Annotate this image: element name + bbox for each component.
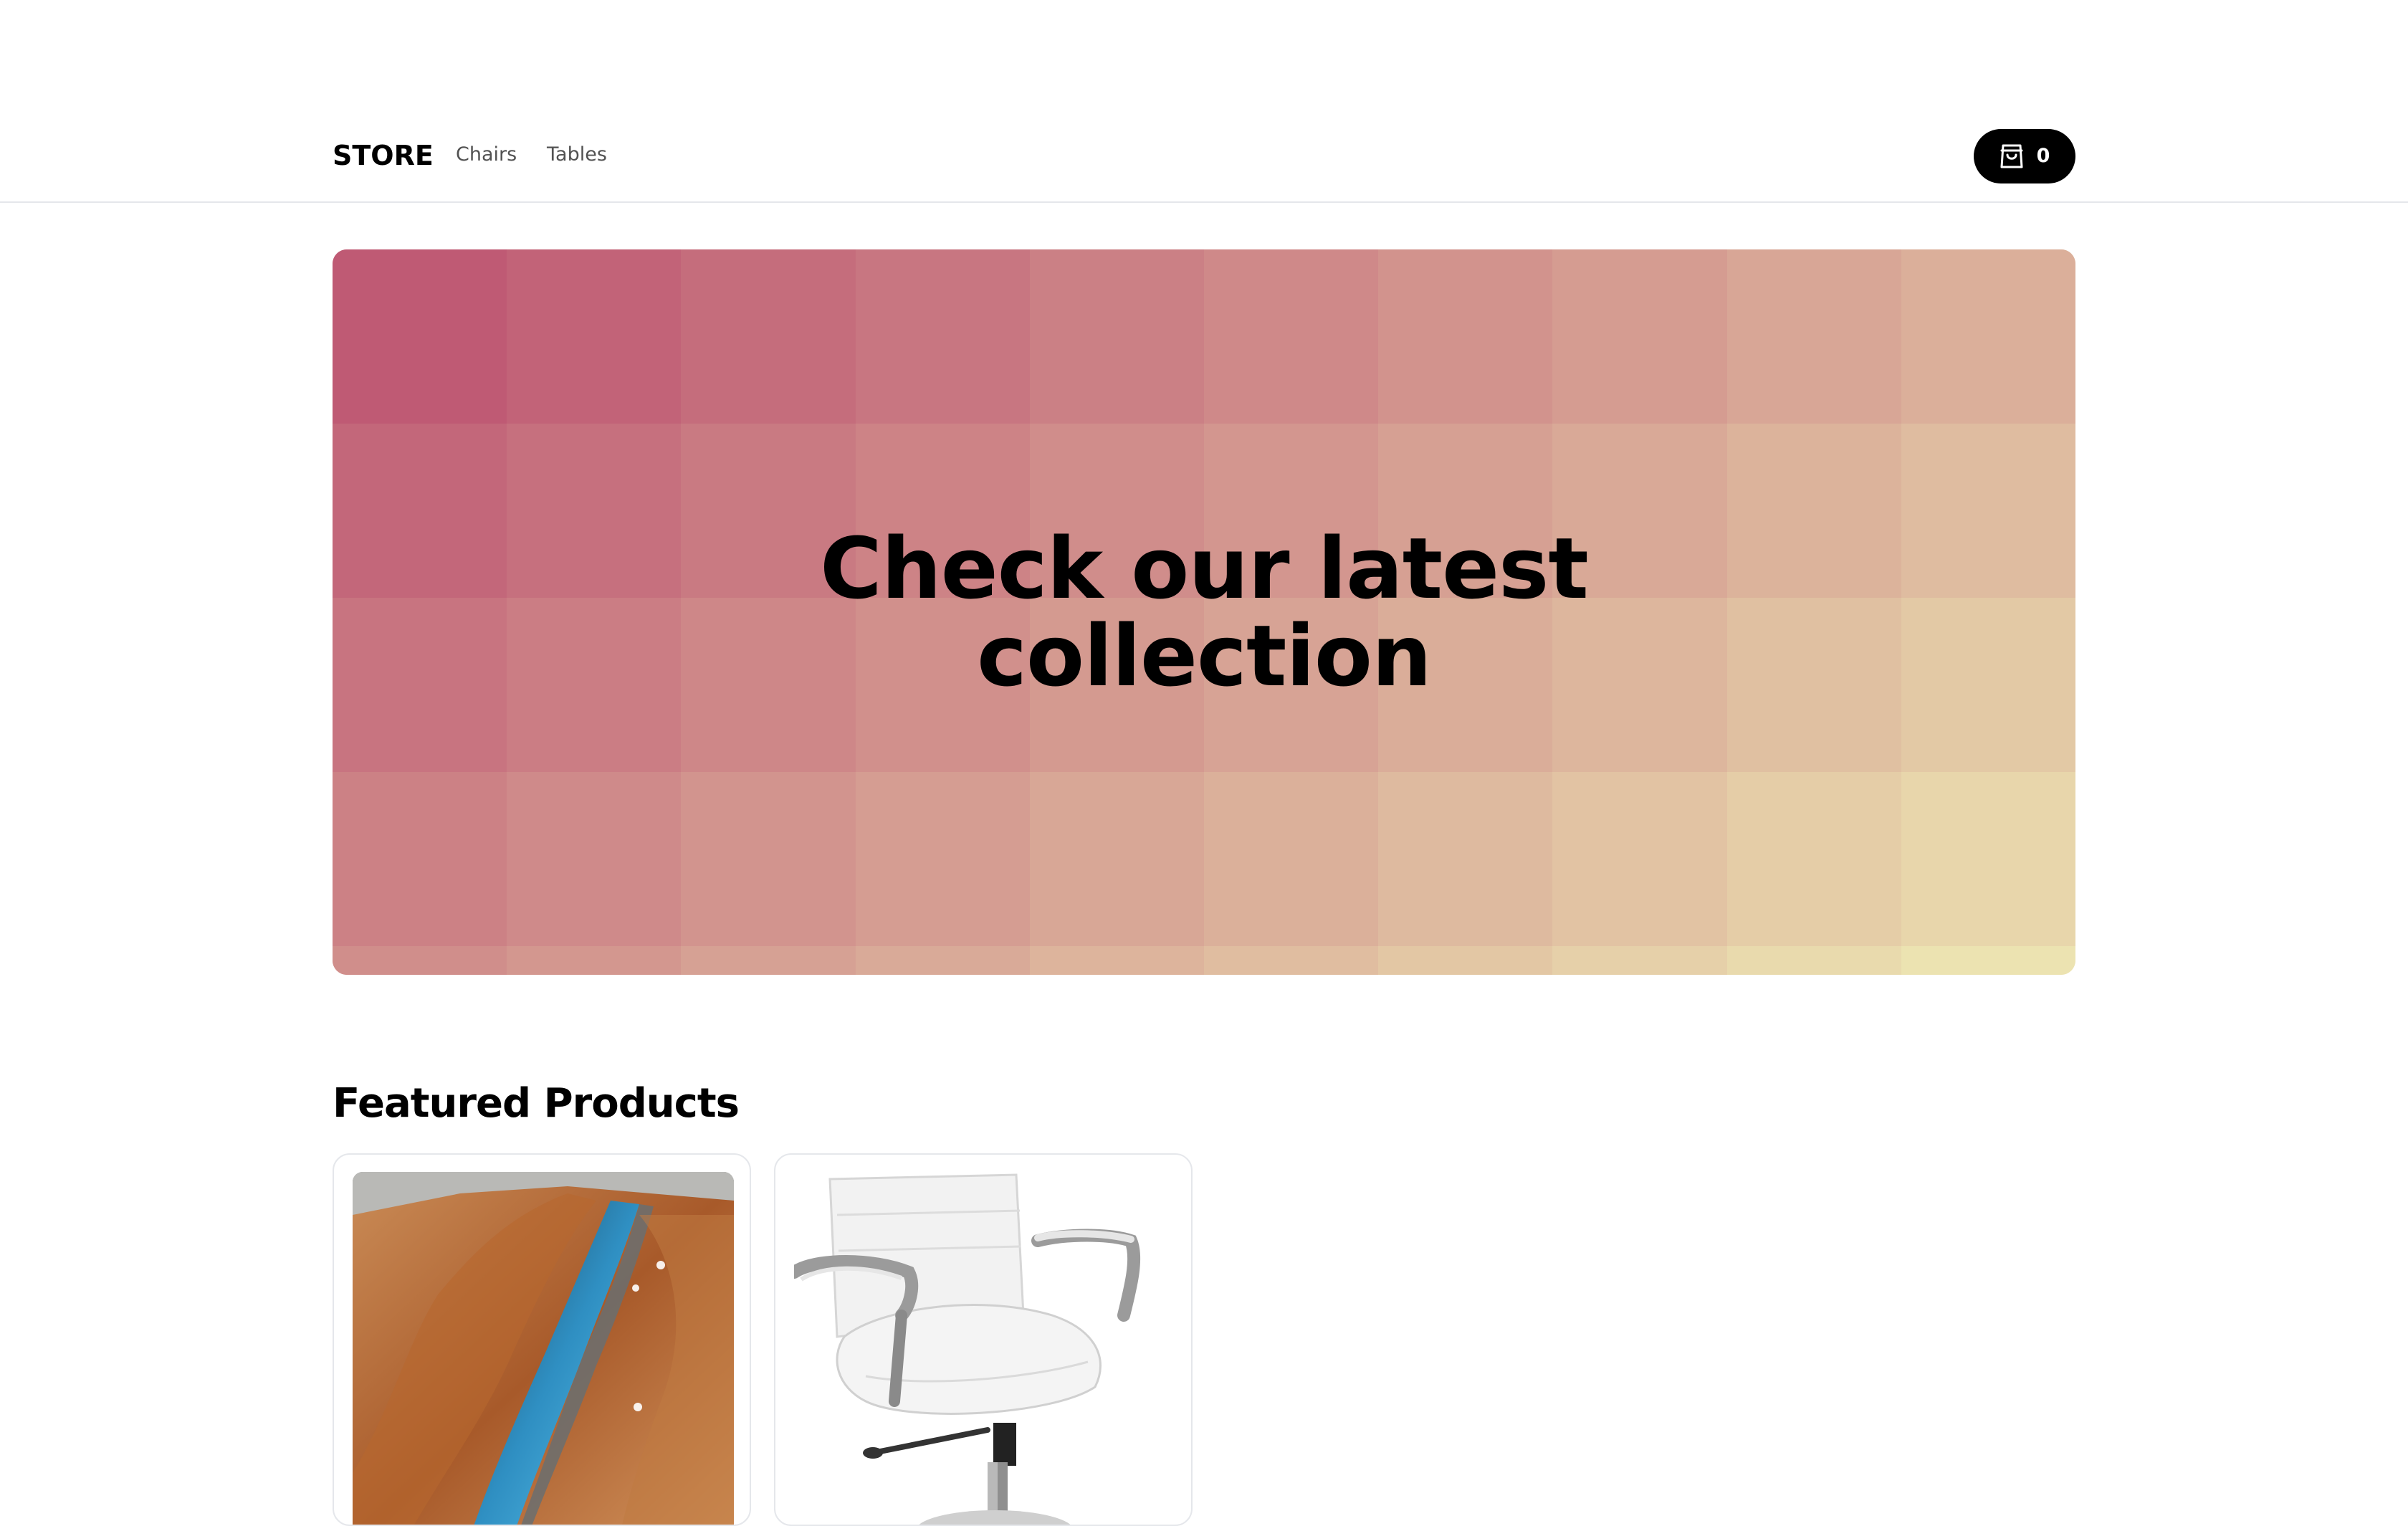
product-card[interactable] — [333, 1153, 751, 1526]
navbar: STORE Chairs Tables 0 — [0, 0, 2408, 203]
white-office-chair-image — [794, 1172, 1175, 1525]
shopping-bag-icon — [2000, 143, 2024, 169]
nav-link-tables[interactable]: Tables — [547, 142, 607, 168]
hero-banner: Check our latest collection — [333, 249, 2075, 975]
product-card[interactable] — [774, 1153, 1193, 1526]
hero-title: Check our latest collection — [820, 519, 1589, 705]
nav-link-chairs[interactable]: Chairs — [456, 142, 517, 168]
cart-button[interactable]: 0 — [1974, 129, 2075, 183]
cart-count: 0 — [2036, 145, 2050, 167]
store-logo[interactable]: STORE — [333, 138, 434, 173]
featured-products-title: Featured Products — [333, 1080, 740, 1127]
resin-river-table-image — [353, 1172, 734, 1525]
